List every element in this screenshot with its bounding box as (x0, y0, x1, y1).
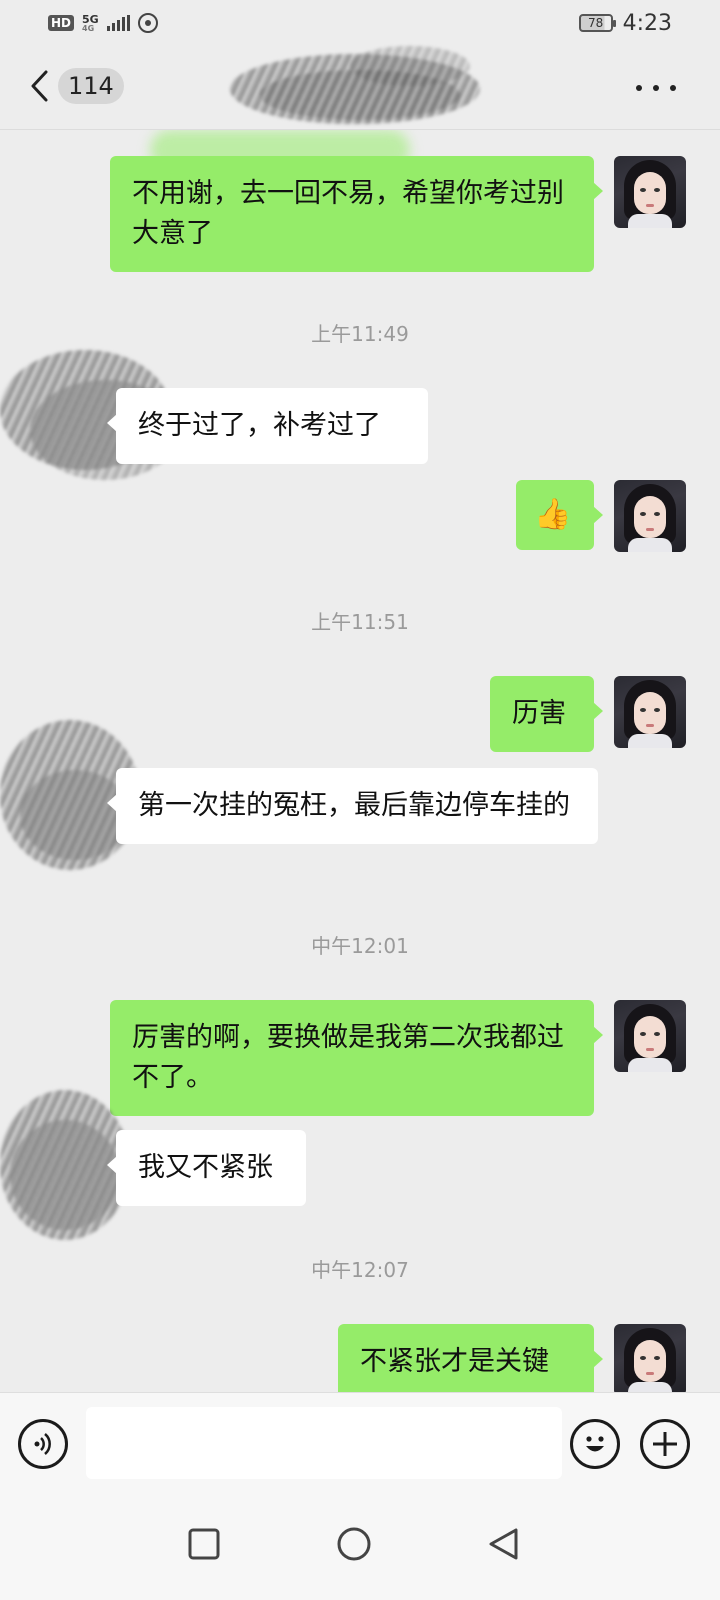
message-text: 不用谢，去一回不易，希望你考过别大意了 (132, 178, 564, 249)
message-text: 我又不紧张 (138, 1152, 273, 1183)
nav-recents-button[interactable] (186, 1526, 222, 1562)
message-bubble-theirs[interactable]: 第一次挂的冤枉，最后靠边停车挂的 (107, 768, 598, 844)
chat-header: 114 (0, 46, 720, 130)
system-nav-bar (0, 1488, 720, 1600)
unread-count-badge[interactable]: 114 (58, 68, 124, 104)
my-avatar[interactable] (614, 156, 686, 228)
my-avatar[interactable] (614, 480, 686, 552)
battery-icon: 78 (578, 14, 616, 32)
contact-name-redacted (230, 46, 490, 130)
square-icon (188, 1528, 220, 1560)
triangle-back-icon (489, 1528, 518, 1560)
message-text: 厉害的啊，要换做是我第二次我都过不了。 (132, 1022, 564, 1093)
my-avatar[interactable] (614, 1000, 686, 1072)
voice-icon (34, 1433, 51, 1455)
my-avatar[interactable] (614, 676, 686, 748)
network-type-bottom: 4G (82, 23, 95, 33)
message-input[interactable] (86, 1407, 562, 1479)
message-bubble-mine[interactable]: 👍 (516, 480, 603, 550)
message-bubble-mine[interactable]: 厉害的啊，要换做是我第二次我都过不了。 (110, 1000, 603, 1116)
message-text: 历害 (512, 698, 566, 729)
plus-icon (653, 1432, 677, 1456)
back-button[interactable] (28, 68, 52, 104)
status-time: 4:23 (622, 10, 672, 36)
more-button[interactable] (636, 78, 676, 98)
plus-button[interactable] (640, 1419, 690, 1469)
message-timestamp: 中午12:07 (311, 1258, 409, 1282)
message-bubble-mine[interactable]: 不用谢，去一回不易，希望你考过别大意了 (110, 156, 603, 272)
input-bar (0, 1392, 720, 1488)
chevron-left-icon (31, 70, 48, 102)
more-horizontal-icon (636, 85, 642, 91)
thumbs-up-emoji: 👍 (534, 497, 572, 532)
message-bubble-theirs[interactable]: 我又不紧张 (107, 1130, 306, 1206)
nav-back-button[interactable] (486, 1526, 522, 1562)
hd-badge: HD (48, 15, 75, 31)
message-text: 不紧张才是关键 (360, 1346, 549, 1377)
status-right: 78 4:23 (578, 10, 672, 36)
voice-button[interactable] (18, 1419, 68, 1469)
message-bubble-theirs[interactable]: 终于过了，补考过了 (107, 388, 428, 464)
message-text: 第一次挂的冤枉，最后靠边停车挂的 (138, 790, 570, 821)
my-avatar[interactable] (614, 1324, 686, 1392)
hotspot-icon (137, 13, 158, 33)
circle-icon (337, 1527, 371, 1561)
chat-area[interactable]: 不用谢，去一回不易，希望你考过别大意了 上午11:49 终于过了，补考过了 👍 … (0, 130, 720, 1392)
nav-home-button[interactable] (336, 1526, 372, 1562)
signal-icon (106, 15, 130, 31)
network-type: 5G 4G (82, 14, 99, 33)
message-timestamp: 中午12:01 (311, 934, 409, 958)
message-bubble-mine[interactable]: 不紧张才是关键 (338, 1324, 603, 1392)
status-left: HD 5G 4G (48, 13, 158, 33)
message-timestamp: 上午11:51 (311, 610, 409, 634)
emoji-icon (586, 1436, 604, 1452)
emoji-button[interactable] (570, 1419, 620, 1469)
message-bubble-mine[interactable]: 历害 (490, 676, 603, 752)
status-bar: HD 5G 4G 78 4:23 (0, 0, 720, 46)
message-text: 终于过了，补考过了 (138, 410, 381, 441)
network-type-top: 5G (82, 12, 99, 26)
